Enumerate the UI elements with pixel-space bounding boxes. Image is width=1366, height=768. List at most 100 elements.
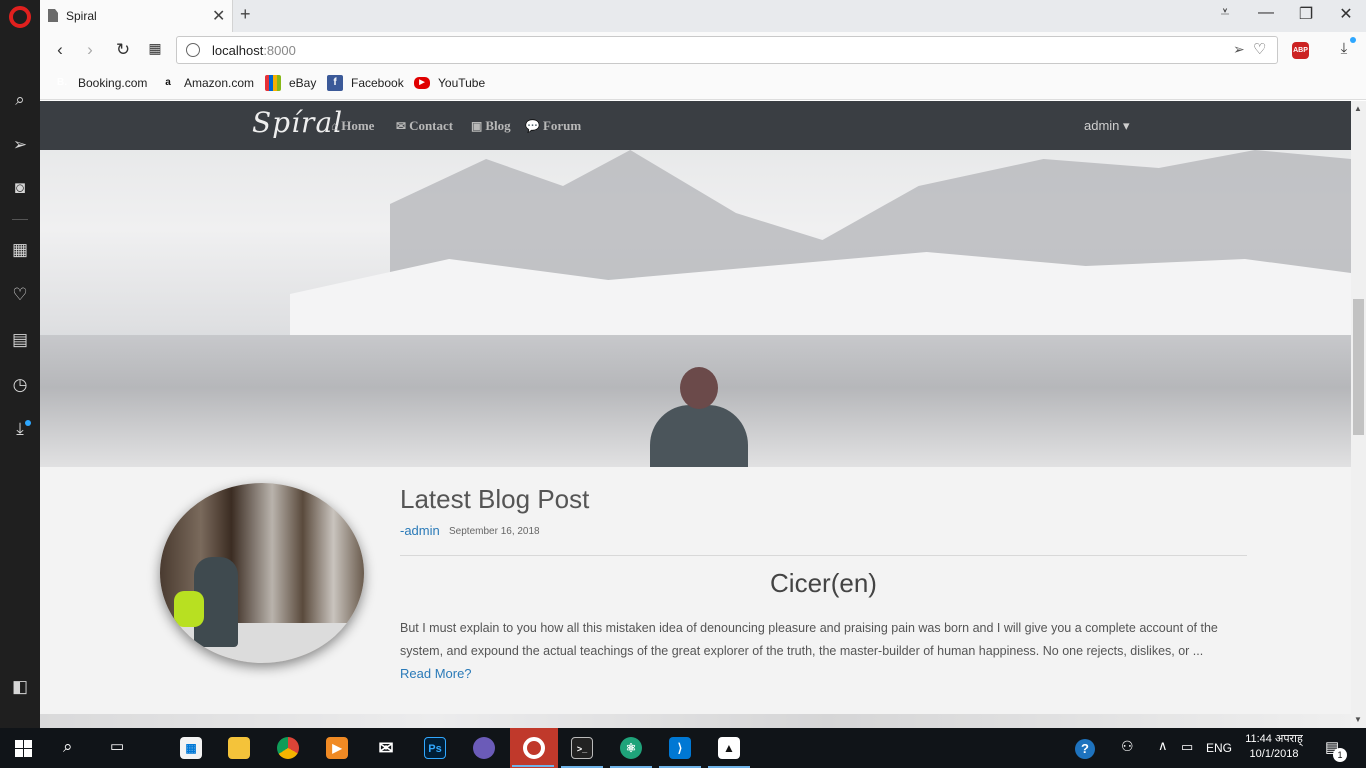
comments-icon: 💬 xyxy=(525,119,540,133)
active-indicator xyxy=(512,765,554,767)
nav-blog-label: Blog xyxy=(485,118,511,133)
new-tab-button[interactable]: + xyxy=(240,4,251,25)
taskbar-explorer[interactable] xyxy=(216,733,262,763)
forward-button[interactable]: › xyxy=(80,40,100,60)
blog-icon: ▣ xyxy=(471,119,483,133)
nav-forum-label: Forum xyxy=(542,118,582,133)
scroll-thumb[interactable] xyxy=(1353,299,1364,435)
hero-banner xyxy=(40,150,1351,467)
opera-logo-icon[interactable] xyxy=(9,6,31,28)
site-brand[interactable]: Spíral xyxy=(252,106,343,139)
heart-icon[interactable]: ♡ xyxy=(8,283,32,307)
taskbar-chrome[interactable] xyxy=(265,733,311,763)
post-excerpt: But I must explain to you how all this m… xyxy=(400,621,1218,658)
nav-blog[interactable]: ▣ Blog xyxy=(471,118,511,134)
bookmark-ebay[interactable]: eBay xyxy=(289,76,316,90)
help-icon[interactable]: ? xyxy=(1075,739,1095,759)
photoshop-icon: Ps xyxy=(424,737,446,759)
search-icon[interactable]: ⌕ xyxy=(63,737,73,757)
news-icon[interactable]: ▤ xyxy=(8,328,32,352)
scroll-down-icon[interactable]: ▼ xyxy=(1354,715,1362,724)
post-author-link[interactable]: -admin xyxy=(400,523,440,538)
photos-icon: ▲ xyxy=(718,737,740,759)
facebook-icon: f xyxy=(327,75,343,91)
battery-icon[interactable]: ▭ xyxy=(1181,739,1193,755)
torrent-icon xyxy=(473,737,495,759)
speed-dial-button[interactable]: ▦ xyxy=(145,40,165,57)
restore-button[interactable]: ❐ xyxy=(1294,4,1318,24)
send-page-icon[interactable]: ➢ xyxy=(1233,41,1245,58)
globe-icon xyxy=(186,43,200,57)
taskbar-media[interactable]: ▶ xyxy=(314,733,360,763)
taskbar-mail[interactable]: ✉ xyxy=(363,733,409,763)
nav-home[interactable]: ⌂ Home xyxy=(331,118,374,134)
search-icon[interactable]: ⌕ xyxy=(8,88,32,112)
taskbar-terminal[interactable]: >_ xyxy=(559,733,605,768)
read-more-link[interactable]: Read More? xyxy=(400,666,472,681)
section-title: Latest Blog Post xyxy=(400,484,590,514)
reload-icon[interactable]: ↻ xyxy=(113,40,133,60)
address-bar-row: ‹ › ↻ ▦ localhost:8000 ➢ ♡ ABP ⤓ xyxy=(40,32,1366,68)
tab-close-icon[interactable]: ✕ xyxy=(212,6,225,26)
taskbar-photoshop[interactable]: Ps xyxy=(412,733,458,763)
media-player-icon: ▶ xyxy=(326,737,348,759)
mail-icon: ✉ xyxy=(378,738,394,758)
scroll-up-icon[interactable]: ▲ xyxy=(1354,104,1362,113)
tab-strip: Spiral ✕ + ⩡ — ❐ ✕ xyxy=(40,0,1366,32)
nav-contact[interactable]: ✉ Contact xyxy=(396,118,453,134)
post-divider xyxy=(400,555,1247,556)
post-date: September 16, 2018 xyxy=(449,526,540,537)
address-field[interactable]: localhost:8000 ➢ ♡ xyxy=(176,36,1278,64)
sidebar-divider xyxy=(12,219,28,220)
task-view-icon[interactable]: ▭ xyxy=(110,737,124,755)
back-button[interactable]: ‹ xyxy=(50,40,70,60)
chrome-icon xyxy=(277,737,299,759)
sidebar-toggle-icon[interactable]: ◧ xyxy=(8,675,32,699)
speed-dial-icon[interactable]: ▦ xyxy=(8,238,32,262)
url-port: :8000 xyxy=(263,43,296,58)
nav-forum[interactable]: 💬 Forum xyxy=(525,118,581,134)
windows-start-icon[interactable] xyxy=(15,740,32,757)
folder-icon xyxy=(228,737,250,759)
home-icon: ⌂ xyxy=(331,119,339,133)
taskbar-photos[interactable]: ▲ xyxy=(706,733,752,768)
taskbar-opera[interactable] xyxy=(510,728,558,768)
atom-icon: ⚛ xyxy=(620,737,642,759)
notification-count-badge: 1 xyxy=(1333,748,1347,762)
bookmark-booking[interactable]: Booking.com xyxy=(78,76,147,90)
history-icon[interactable]: ◷ xyxy=(8,373,32,397)
bookmark-amazon[interactable]: Amazon.com xyxy=(184,76,254,90)
clock[interactable]: 11:44 अपराह् 10/1/2018 xyxy=(1243,732,1305,762)
send-icon[interactable]: ➢ xyxy=(8,133,32,157)
tab-menu-icon[interactable]: ⩡ xyxy=(1213,4,1237,22)
minimize-button[interactable]: — xyxy=(1254,4,1278,22)
hero-person-head xyxy=(680,367,718,409)
taskbar-torrent[interactable] xyxy=(461,733,507,763)
adblock-icon[interactable]: ABP xyxy=(1292,42,1309,59)
taskbar-store[interactable]: ▦ xyxy=(168,733,214,763)
people-icon[interactable]: ⚇ xyxy=(1121,738,1134,755)
camera-icon[interactable]: ◙ xyxy=(8,176,32,200)
opera-icon xyxy=(523,737,545,759)
bookmark-facebook[interactable]: Facebook xyxy=(351,76,404,90)
url-host: localhost xyxy=(212,43,264,58)
page-scrollbar[interactable]: ▲ ▼ xyxy=(1351,101,1366,728)
tray-chevron-icon[interactable]: ∧ xyxy=(1158,738,1168,754)
user-menu-dropdown[interactable]: admin ▾ xyxy=(1084,118,1130,134)
nav-home-label: Home xyxy=(341,118,375,133)
close-window-button[interactable]: ✕ xyxy=(1334,4,1358,24)
clock-date: 10/1/2018 xyxy=(1249,748,1299,760)
post-title: Cicer(en) xyxy=(770,568,877,598)
taskbar-atom[interactable]: ⚛ xyxy=(608,733,654,768)
bookmark-heart-icon[interactable]: ♡ xyxy=(1253,40,1266,58)
blog-post-image xyxy=(160,483,364,663)
language-indicator[interactable]: ENG xyxy=(1206,741,1232,755)
nav-contact-label: Contact xyxy=(409,118,454,133)
blog-image-snow xyxy=(160,623,364,663)
hero-person-body xyxy=(650,405,748,467)
bookmark-youtube[interactable]: YouTube xyxy=(438,76,485,90)
latest-blog-section: Latest Blog Post -admin September 16, 20… xyxy=(40,467,1351,714)
blog-image-backpack xyxy=(174,591,204,627)
tab-spiral[interactable]: Spiral ✕ xyxy=(40,0,233,32)
taskbar-vscode[interactable]: ⟩ xyxy=(657,733,703,768)
